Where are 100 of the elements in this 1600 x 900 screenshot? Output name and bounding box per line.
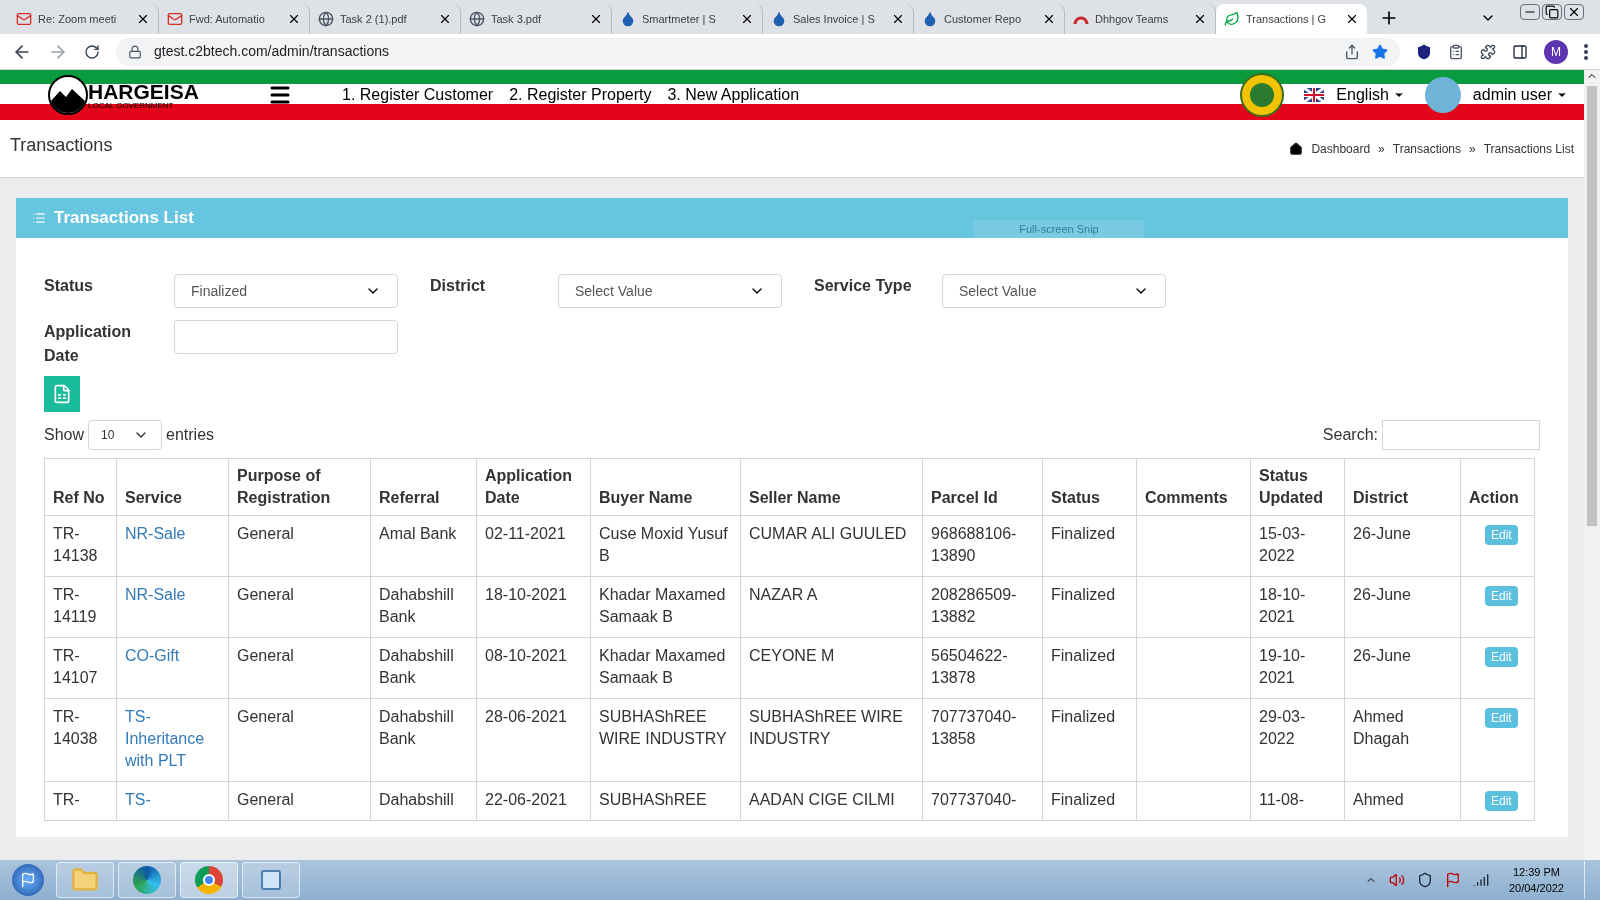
close-icon[interactable] <box>438 12 452 26</box>
chrome-taskbar-button[interactable] <box>180 862 238 898</box>
chrome-icon <box>195 866 223 894</box>
droplet-icon <box>620 11 636 27</box>
table-cell: 29-03-2022 <box>1259 708 1306 747</box>
tab-title: Task 3.pdf <box>491 13 542 25</box>
app-taskbar-button[interactable] <box>242 862 300 898</box>
droplet-icon <box>922 11 938 27</box>
breadcrumb-separator: » <box>1378 141 1385 158</box>
table-cell: Finalized <box>1051 708 1116 725</box>
table-cell: 26-June <box>1353 525 1411 542</box>
snip-hint: Full-screen Snip <box>974 220 1144 238</box>
side-panel-icon[interactable] <box>1512 43 1528 60</box>
scroll-thumb[interactable] <box>1587 86 1597 526</box>
table-cell: 22-06-2021 <box>485 791 567 808</box>
language-dropdown[interactable]: English <box>1336 83 1405 107</box>
close-icon[interactable] <box>740 12 754 26</box>
table-cell: 26-June <box>1353 647 1411 664</box>
breadcrumb-link[interactable]: Transactions List <box>1483 140 1574 158</box>
table-cell: 15-03-2022 <box>1259 525 1306 564</box>
close-icon[interactable] <box>1193 12 1207 26</box>
column-header: Ref No <box>44 458 117 516</box>
show-label: Show <box>44 425 85 445</box>
browser-tab[interactable]: Transactions | G <box>1216 4 1367 34</box>
url-text: gtest.c2btech.com/admin/transactions <box>154 42 390 61</box>
browser-tab[interactable]: Smartmeter | S <box>612 4 763 34</box>
restore-icon[interactable] <box>1542 4 1562 20</box>
breadcrumb-link[interactable]: Dashboard <box>1311 140 1371 158</box>
logo-icon <box>48 75 88 115</box>
browser-tab[interactable]: Re: Zoom meeti <box>8 4 159 34</box>
table-cell: SUBHAShREE <box>599 791 707 808</box>
table-cell: SUBHAShREE WIRE INDUSTRY <box>599 708 727 747</box>
filter-select[interactable]: Finalized <box>174 274 398 308</box>
close-icon[interactable] <box>1042 12 1056 26</box>
table-cell: Amal Bank <box>379 525 457 542</box>
table-cell: TR- <box>53 791 80 808</box>
table-cell: Dahabshill <box>379 791 454 808</box>
nav-link[interactable]: 1. Register Customer <box>342 83 494 107</box>
table-cell: 707737040- <box>931 791 1017 808</box>
minimize-icon[interactable] <box>1520 4 1540 20</box>
close-icon[interactable] <box>891 12 905 26</box>
table-cell: TR-14119 <box>53 586 97 625</box>
nav-link[interactable]: 2. Register Property <box>509 83 652 107</box>
filter-label: District <box>429 276 487 296</box>
close-icon[interactable] <box>1345 12 1359 26</box>
extensions-icon[interactable] <box>1480 43 1496 60</box>
column-header: Action <box>1460 458 1535 516</box>
close-icon[interactable] <box>287 12 301 26</box>
bookmark-star-icon[interactable] <box>1372 43 1388 60</box>
breadcrumb-separator: » <box>1469 141 1476 158</box>
close-icon[interactable] <box>136 12 150 26</box>
column-header: Purpose of Registration <box>228 458 371 516</box>
edge-taskbar-button[interactable] <box>118 862 176 898</box>
table-cell: CUMAR ALI GUULED <box>749 525 907 542</box>
close-icon[interactable] <box>589 12 603 26</box>
action-center-icon[interactable] <box>1444 872 1461 888</box>
table-cell: Finalized <box>1051 791 1116 808</box>
profile-avatar[interactable]: M <box>1544 39 1568 64</box>
nav-link[interactable]: 3. New Application <box>667 83 800 107</box>
scrollbar[interactable] <box>1584 70 1600 860</box>
table-cell: General <box>237 586 294 603</box>
network-icon[interactable] <box>1472 872 1489 888</box>
table-cell: Cuse Moxid Yusuf B <box>599 525 728 564</box>
column-header: Seller Name <box>740 458 923 516</box>
filter-select[interactable]: Select Value <box>558 274 782 308</box>
menu-dots-icon[interactable] <box>1584 43 1588 60</box>
reload-icon[interactable] <box>84 43 100 60</box>
filter-select[interactable]: Select Value <box>942 274 1166 308</box>
clipboard-icon[interactable] <box>1448 43 1464 60</box>
clock-date: 20/04/2022 <box>1508 881 1564 896</box>
share-icon[interactable] <box>1344 43 1360 60</box>
browser-tab[interactable]: Fwd: Automatio <box>159 4 310 34</box>
browser-tab[interactable]: Task 2 (1).pdf <box>310 4 461 34</box>
search-field[interactable] <box>1382 420 1540 450</box>
date-field[interactable] <box>174 320 398 354</box>
clock-time: 12:39 PM <box>1512 865 1560 880</box>
column-header: Buyer Name <box>590 458 741 516</box>
table-cell: 08-10-2021 <box>485 647 567 664</box>
volume-icon[interactable] <box>1388 872 1405 888</box>
tab-title: Customer Repo <box>944 13 1022 25</box>
column-header: Application Date <box>476 458 591 516</box>
globe-icon <box>318 11 334 27</box>
browser-tab[interactable]: Sales Invoice | S <box>763 4 914 34</box>
table-cell: Finalized <box>1051 525 1116 542</box>
tray-shield-icon[interactable] <box>1416 872 1433 888</box>
table-cell: Dahabshill Bank <box>379 647 454 686</box>
address-bar[interactable]: gtest.c2btech.com/admin/transactions <box>116 37 1400 66</box>
browser-tab[interactable]: Customer Repo <box>914 4 1065 34</box>
table-cell: General <box>237 791 294 808</box>
user-dropdown[interactable]: admin user <box>1472 83 1568 107</box>
table-cell: NAZAR A <box>749 586 818 603</box>
breadcrumb-link[interactable]: Transactions <box>1392 140 1462 158</box>
table-cell: 56504622-13878 <box>931 647 1008 686</box>
shield-icon[interactable] <box>1416 43 1432 60</box>
close-window-icon[interactable] <box>1564 4 1584 20</box>
table-cell: 26-June <box>1353 586 1411 603</box>
entries-select[interactable]: 10 <box>88 420 163 450</box>
browser-tab[interactable]: Task 3.pdf <box>461 4 612 34</box>
column-header: Status <box>1042 458 1137 516</box>
logo-title: HARGEISA <box>88 80 199 102</box>
